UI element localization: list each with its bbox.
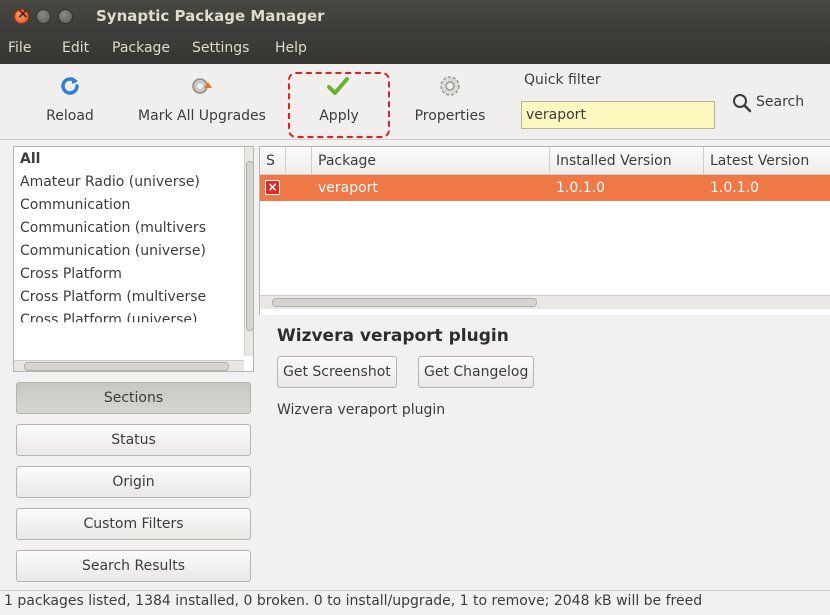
table-header: S Package Installed Version Latest Versi… — [260, 147, 830, 175]
section-item[interactable]: Communication (multivers — [20, 217, 206, 239]
properties-label: Properties — [414, 108, 486, 124]
quick-filter-input[interactable] — [521, 101, 715, 129]
origin-filter-button[interactable]: Origin — [16, 466, 251, 498]
section-item[interactable]: Cross Platform — [20, 263, 122, 285]
scrollbar-thumb[interactable] — [24, 362, 229, 371]
column-header-installed-version[interactable]: Installed Version — [550, 147, 704, 175]
mark-all-upgrades-button[interactable]: Mark All Upgrades — [122, 64, 282, 138]
menu-package[interactable]: Package — [112, 40, 170, 56]
sections-horizontal-scrollbar[interactable] — [14, 360, 244, 371]
package-description-title: Wizvera veraport plugin — [277, 326, 509, 346]
section-item[interactable]: Communication — [20, 194, 130, 216]
column-header-package[interactable]: Package — [312, 147, 550, 175]
search-icon — [733, 94, 752, 113]
status-text: 1 packages listed, 1384 installed, 0 bro… — [4, 593, 703, 609]
package-description-text: Wizvera veraport plugin — [277, 402, 446, 418]
latest-version-cell: 1.0.1.0 — [710, 180, 759, 196]
section-item[interactable]: Communication (universe) — [20, 240, 206, 262]
mark-all-upgrades-label: Mark All Upgrades — [138, 108, 266, 124]
status-filter-button[interactable]: Status — [16, 424, 251, 456]
title-bar: Synaptic Package Manager — [0, 0, 830, 34]
package-details-panel: Wizvera veraport plugin Get Screenshot G… — [259, 318, 830, 578]
remove-status-icon[interactable]: × — [265, 180, 280, 195]
section-item[interactable]: Amateur Radio (universe) — [20, 171, 200, 193]
column-header-status[interactable]: S — [260, 147, 286, 175]
package-table[interactable]: S Package Installed Version Latest Versi… — [259, 146, 830, 315]
section-item[interactable]: Cross Platform (multiverse — [20, 286, 206, 308]
menu-edit[interactable]: Edit — [62, 40, 89, 56]
column-header-latest-version[interactable]: Latest Version — [704, 147, 830, 175]
table-row[interactable]: × veraport 1.0.1.0 1.0.1.0 — [260, 175, 830, 201]
scrollbar-thumb[interactable] — [246, 161, 253, 331]
minimize-window-button[interactable] — [36, 9, 51, 24]
custom-filters-button[interactable]: Custom Filters — [16, 508, 251, 540]
package-name-cell: veraport — [318, 180, 378, 196]
reload-icon — [61, 77, 79, 95]
apply-highlight-annotation — [288, 72, 390, 138]
get-screenshot-button[interactable]: Get Screenshot — [277, 356, 397, 388]
menu-settings[interactable]: Settings — [192, 40, 249, 56]
section-item-all[interactable]: All — [20, 148, 40, 170]
menu-bar: File Edit Package Settings Help — [0, 34, 830, 64]
menu-help[interactable]: Help — [275, 40, 307, 56]
reload-label: Reload — [46, 108, 94, 124]
get-changelog-button[interactable]: Get Changelog — [418, 356, 535, 388]
upgrade-icon — [192, 78, 212, 94]
sections-filter-button[interactable]: Sections — [16, 382, 251, 414]
package-horizontal-scrollbar[interactable] — [260, 295, 830, 309]
column-header-spacer — [286, 147, 312, 175]
installed-version-cell: 1.0.1.0 — [556, 180, 605, 196]
sections-vertical-scrollbar[interactable] — [244, 147, 253, 356]
section-item[interactable]: Cross Platform (universe) — [20, 309, 197, 322]
properties-button[interactable]: Properties — [398, 64, 502, 138]
section-list[interactable]: All Amateur Radio (universe) Communicati… — [13, 146, 254, 372]
quick-filter-label: Quick filter — [524, 72, 601, 88]
close-window-button[interactable] — [14, 6, 29, 24]
synaptic-window: Synaptic Package Manager File Edit Packa… — [0, 0, 830, 615]
window-title: Synaptic Package Manager — [96, 7, 325, 25]
maximize-window-button[interactable] — [58, 9, 73, 24]
status-bar: 1 packages listed, 1384 installed, 0 bro… — [0, 590, 830, 615]
menu-file[interactable]: File — [8, 40, 31, 56]
search-label: Search — [756, 94, 805, 110]
gear-icon — [440, 76, 460, 96]
search-results-button[interactable]: Search Results — [16, 550, 251, 582]
reload-button[interactable]: Reload — [30, 64, 110, 138]
scrollbar-thumb[interactable] — [272, 298, 537, 307]
